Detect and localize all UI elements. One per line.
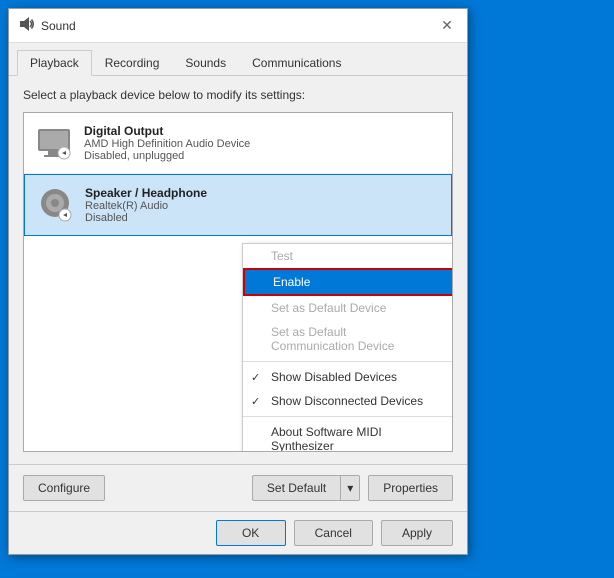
context-menu: Test Enable Set as Default Device Set as… (242, 243, 453, 452)
show-disconnected-label: Show Disconnected Devices (271, 394, 423, 408)
set-default-button[interactable]: Set Default (252, 475, 340, 501)
device-status: Disabled (85, 212, 441, 224)
tab-recording[interactable]: Recording (92, 50, 173, 76)
device-icon-speaker (35, 185, 75, 225)
sound-dialog: Sound ✕ Playback Recording Sounds Commun… (8, 8, 468, 555)
context-menu-enable[interactable]: Enable (243, 268, 453, 296)
apply-button[interactable]: Apply (381, 520, 453, 546)
configure-button[interactable]: Configure (23, 475, 105, 501)
device-icon-monitor (34, 123, 74, 163)
speaker-icon (19, 16, 35, 35)
device-desc: AMD High Definition Audio Device (84, 138, 442, 150)
about-midi-label: About Software MIDI Synthesizer (271, 425, 433, 452)
context-menu-set-default[interactable]: Set as Default Device (243, 296, 453, 320)
enable-label: Enable (273, 275, 310, 289)
dialog-buttons: OK Cancel Apply (9, 511, 467, 554)
device-info-speaker: Speaker / Headphone Realtek(R) Audio Dis… (85, 186, 441, 224)
device-desc: Realtek(R) Audio (85, 200, 441, 212)
tab-communications[interactable]: Communications (239, 50, 354, 76)
context-menu-show-disabled[interactable]: ✓ Show Disabled Devices (243, 365, 453, 389)
set-default-label: Set as Default Device (271, 301, 386, 315)
set-default-dropdown[interactable]: ▾ (340, 475, 360, 501)
check-icon-disconnected: ✓ (251, 395, 260, 408)
titlebar: Sound ✕ (9, 9, 467, 43)
device-name: Speaker / Headphone (85, 186, 441, 200)
tabs-bar: Playback Recording Sounds Communications (9, 43, 467, 76)
tab-sounds[interactable]: Sounds (172, 50, 239, 76)
device-item-speaker-headphone[interactable]: Speaker / Headphone Realtek(R) Audio Dis… (24, 174, 452, 236)
context-menu-about-midi[interactable]: About Software MIDI Synthesizer (243, 420, 453, 452)
set-default-comm-label: Set as Default Communication Device (271, 325, 433, 353)
device-status: Disabled, unplugged (84, 150, 442, 162)
device-item-digital-output[interactable]: Digital Output AMD High Definition Audio… (24, 113, 452, 174)
cancel-button[interactable]: Cancel (294, 520, 373, 546)
titlebar-left: Sound (19, 16, 76, 35)
window-title: Sound (41, 19, 76, 33)
separator-2 (243, 416, 453, 417)
properties-button[interactable]: Properties (368, 475, 453, 501)
main-content: Select a playback device below to modify… (9, 76, 467, 464)
close-button[interactable]: ✕ (435, 14, 459, 38)
separator-1 (243, 361, 453, 362)
set-default-group: Set Default ▾ (252, 475, 360, 501)
device-list[interactable]: Digital Output AMD High Definition Audio… (23, 112, 453, 452)
show-disabled-label: Show Disabled Devices (271, 370, 397, 384)
ok-button[interactable]: OK (216, 520, 286, 546)
test-label: Test (271, 249, 293, 263)
content-description: Select a playback device below to modify… (23, 88, 453, 102)
context-menu-show-disconnected[interactable]: ✓ Show Disconnected Devices (243, 389, 453, 413)
check-icon-disabled: ✓ (251, 371, 260, 384)
device-name: Digital Output (84, 124, 442, 138)
context-menu-set-default-comm[interactable]: Set as Default Communication Device (243, 320, 453, 358)
device-info-digital-output: Digital Output AMD High Definition Audio… (84, 124, 442, 162)
tab-playback[interactable]: Playback (17, 50, 92, 76)
context-menu-test[interactable]: Test (243, 244, 453, 268)
bottom-bar: Configure Set Default ▾ Properties (9, 464, 467, 511)
